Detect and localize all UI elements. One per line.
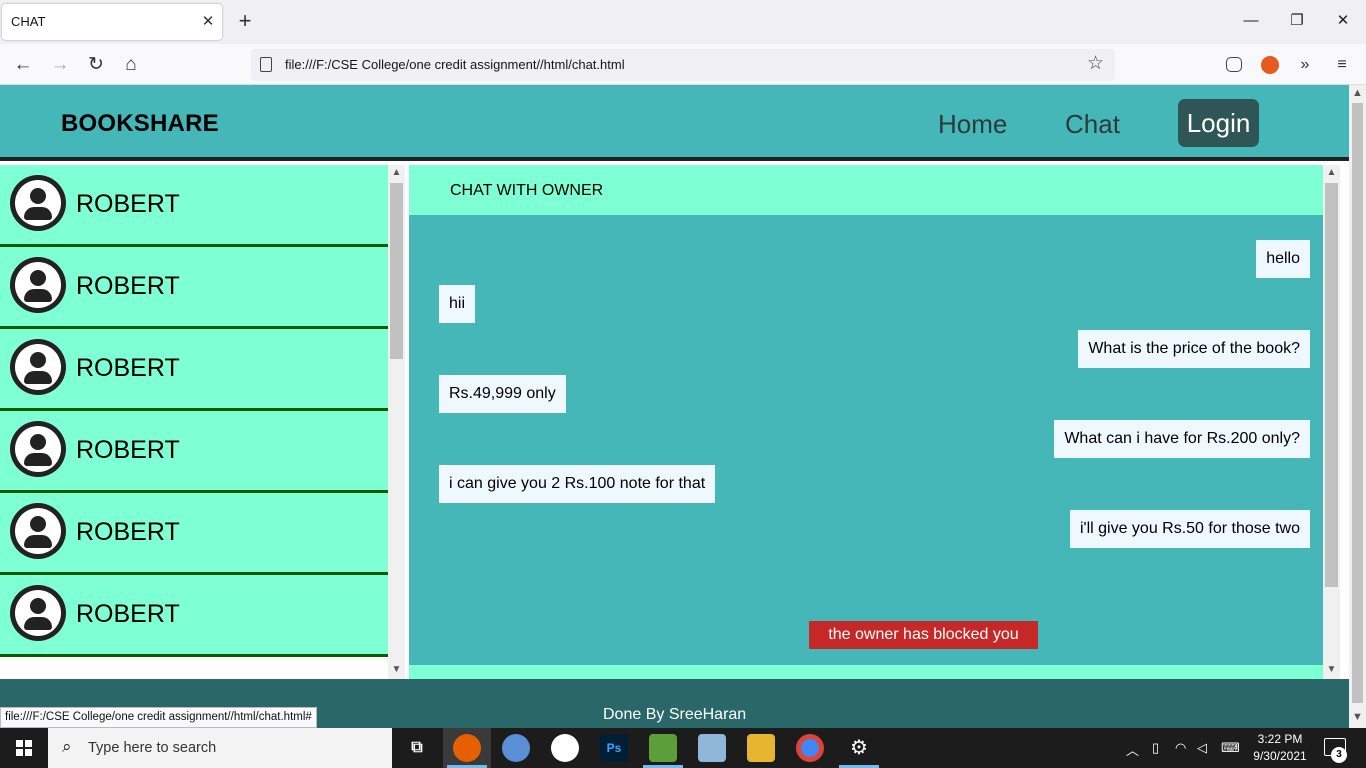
nav-home-link[interactable]: Home [938, 109, 1007, 140]
user-avatar-icon [10, 339, 66, 395]
user-avatar-icon [10, 585, 66, 641]
contact-name: ROBERT [76, 190, 180, 218]
taskbar-search[interactable]: ⌕ Type here to search [48, 728, 392, 768]
contact-name: ROBERT [76, 354, 180, 382]
paint-icon[interactable] [502, 734, 530, 762]
url-text[interactable]: file:///F:/CSE College/one credit assign… [285, 57, 625, 72]
extensions-overflow-icon[interactable]: » [1292, 52, 1318, 78]
usb-icon[interactable]: ▯ [1152, 740, 1159, 756]
taskbar-clock[interactable]: 3:22 PM 9/30/2021 [1250, 731, 1310, 765]
search-icon: ⌕ [62, 737, 72, 756]
clock-time: 3:22 PM [1257, 732, 1303, 746]
nav-chat-link[interactable]: Chat [1065, 109, 1120, 140]
reload-button[interactable]: ↻ [83, 52, 109, 78]
home-button[interactable]: ⌂ [118, 52, 144, 78]
contacts-scroll-thumb[interactable] [390, 183, 403, 359]
contact-name: ROBERT [76, 518, 180, 546]
brand-logo[interactable]: BOOKSHARE [61, 110, 219, 138]
photoshop-icon[interactable]: Ps [600, 734, 628, 762]
tab-title: CHAT [11, 14, 46, 29]
link-status-bar: file:///F:/CSE College/one credit assign… [0, 707, 317, 728]
volume-icon[interactable]: ◁ [1197, 740, 1207, 756]
received-message: hii [439, 285, 476, 323]
chat-panel: CHAT WITH OWNER hello hii What is the pric… [409, 165, 1340, 679]
virtualbox-icon[interactable] [698, 734, 726, 762]
windows-taskbar: ⌕ Type here to search ⧉ Ps ⚙ ︿ ▯ ◠ ◁ ⌨ 3… [0, 728, 1366, 768]
new-tab-button[interactable]: + [233, 8, 257, 34]
app-icon[interactable] [551, 734, 579, 762]
app-menu-icon[interactable]: ≡ [1329, 52, 1355, 78]
close-window-button[interactable]: ✕ [1328, 8, 1358, 34]
firefox-icon[interactable] [453, 734, 481, 762]
user-avatar-icon [10, 421, 66, 477]
chat-scroll-thumb[interactable] [1325, 183, 1338, 587]
contact-item[interactable]: ROBERT [0, 575, 388, 657]
pocket-icon[interactable] [1226, 57, 1242, 72]
scroll-down-arrow-icon[interactable]: ▼ [1323, 664, 1340, 675]
chrome-icon[interactable] [796, 734, 824, 762]
chat-title: CHAT WITH OWNER [450, 182, 604, 199]
forward-button[interactable]: → [47, 52, 73, 78]
task-view-icon[interactable]: ⧉ [403, 734, 431, 762]
settings-gear-icon[interactable]: ⚙ [845, 734, 873, 762]
page-icon [260, 57, 272, 72]
sent-message: hello [1256, 240, 1310, 278]
sent-message: What can i have for Rs.200 only? [1054, 420, 1310, 458]
tab-close-icon[interactable]: ✕ [200, 12, 216, 30]
scroll-up-arrow-icon[interactable]: ▲ [1349, 87, 1366, 99]
browser-nav-bar: ← → ↻ ⌂ file:///F:/CSE College/one credi… [0, 44, 1366, 85]
maximize-button[interactable]: ❐ [1282, 8, 1312, 34]
footer-credit: Done By SreeHaran [603, 706, 747, 723]
received-message: Rs.49,999 only [439, 375, 566, 413]
bookmark-star-icon[interactable]: ☆ [1087, 52, 1104, 75]
sent-message: i'll give you Rs.50 for those two [1069, 510, 1310, 548]
contact-item[interactable]: ROBERT [0, 493, 388, 575]
received-message: i can give you 2 Rs.100 note for that [439, 465, 716, 503]
address-bar[interactable]: file:///F:/CSE College/one credit assign… [251, 49, 1115, 81]
browser-tab[interactable]: CHAT ✕ [2, 4, 222, 40]
back-button[interactable]: ← [10, 52, 36, 78]
user-avatar-icon [10, 257, 66, 313]
browser-tab-bar: CHAT ✕ + — ❐ ✕ [0, 0, 1366, 44]
chat-input-strip [409, 665, 1323, 679]
user-avatar-icon [10, 175, 66, 231]
scroll-down-arrow-icon[interactable]: ▼ [1349, 711, 1366, 723]
sent-message: What is the price of the book? [1078, 330, 1310, 368]
windows-logo-icon [16, 740, 32, 756]
page-viewport: BOOKSHARE Home Chat Login ROBERT ROBERT RO… [0, 85, 1349, 728]
clock-date: 9/30/2021 [1253, 749, 1307, 763]
scroll-down-arrow-icon[interactable]: ▼ [388, 664, 405, 675]
contact-name: ROBERT [76, 436, 180, 464]
contact-name: ROBERT [76, 272, 180, 300]
contact-item[interactable]: ROBERT [0, 247, 388, 329]
notification-count-badge: 3 [1331, 747, 1347, 763]
contact-item[interactable]: ROBERT [0, 165, 388, 247]
contacts-list: ROBERT ROBERT ROBERT ROBERT ROBERT ROBERT ▲ ▼ [0, 165, 405, 679]
page-scrollbar[interactable]: ▲ ▼ [1349, 85, 1366, 728]
start-button[interactable] [0, 728, 48, 768]
scroll-up-arrow-icon[interactable]: ▲ [1323, 167, 1340, 178]
site-header: BOOKSHARE Home Chat Login [0, 85, 1349, 161]
contact-item[interactable]: ROBERT [0, 411, 388, 493]
contact-name: ROBERT [76, 600, 180, 628]
chat-header: CHAT WITH OWNER [409, 165, 1323, 215]
blocked-notice: the owner has blocked you [809, 621, 1038, 649]
contacts-scrollbar[interactable]: ▲ ▼ [388, 165, 405, 679]
search-placeholder: Type here to search [88, 740, 217, 756]
wifi-icon[interactable]: ◠ [1175, 740, 1186, 756]
keyboard-icon[interactable]: ⌨ [1221, 740, 1240, 756]
chat-scrollbar[interactable]: ▲ ▼ [1323, 165, 1340, 679]
tray-overflow-chevron-icon[interactable]: ︿ [1126, 740, 1139, 759]
minimize-button[interactable]: — [1236, 8, 1266, 34]
user-avatar-icon [10, 503, 66, 559]
scroll-up-arrow-icon[interactable]: ▲ [388, 167, 405, 178]
notepad-plus-icon[interactable] [649, 734, 677, 762]
duckduckgo-extension-icon[interactable] [1261, 56, 1279, 74]
page-scroll-thumb[interactable] [1352, 103, 1363, 703]
login-button[interactable]: Login [1178, 99, 1259, 147]
contact-item[interactable]: ROBERT [0, 329, 388, 411]
file-explorer-icon[interactable] [747, 734, 775, 762]
